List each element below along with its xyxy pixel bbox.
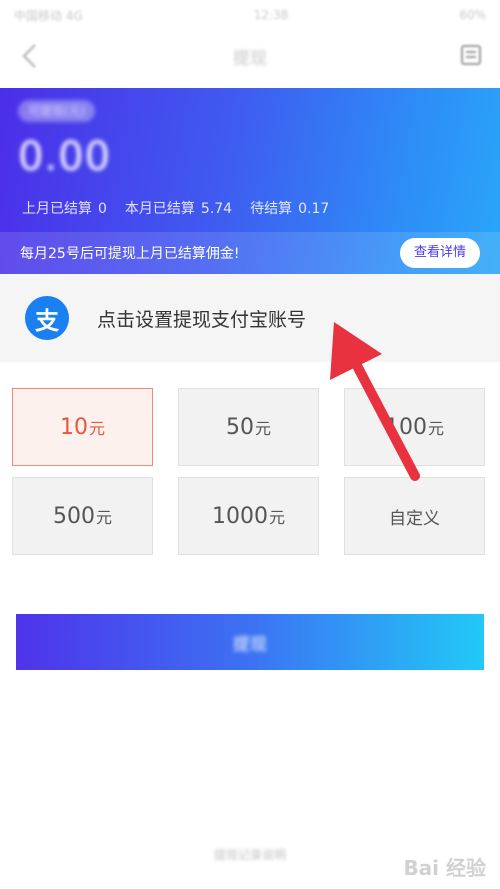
amount-options: 10 元 50 元 100 元 500 元 1000 元 自定义	[12, 388, 488, 555]
last-month-settled: 上月已结算 0	[22, 201, 107, 217]
page-title: 提现	[233, 48, 267, 69]
clock-text: 12:38	[253, 8, 289, 22]
withdraw-label: 提现	[233, 634, 267, 655]
nav-bar: 提现	[0, 30, 500, 82]
amount-option-50[interactable]: 50 元	[178, 388, 319, 466]
battery-text: 60%	[459, 8, 486, 22]
list-icon[interactable]	[460, 44, 482, 66]
amount-option-1000[interactable]: 1000 元	[178, 477, 319, 555]
back-arrow-icon[interactable]	[18, 42, 44, 70]
alipay-icon: 支	[25, 296, 69, 340]
notice-bar: 每月25号后可提现上月已结算佣金! 查看详情	[0, 232, 500, 274]
notice-text: 每月25号后可提现上月已结算佣金!	[20, 246, 240, 262]
amount-option-100[interactable]: 100 元	[344, 388, 485, 466]
withdraw-button[interactable]: 提现	[16, 614, 484, 670]
alipay-setup-label: 点击设置提现支付宝账号	[97, 308, 307, 331]
amount-option-500[interactable]: 500 元	[12, 477, 153, 555]
carrier-text: 中国移动 4G	[14, 8, 83, 23]
amount-option-custom[interactable]: 自定义	[344, 477, 485, 555]
status-bar: 中国移动 4G 12:38 60%	[0, 0, 500, 30]
alipay-account-setup[interactable]: 支 点击设置提现支付宝账号	[0, 274, 500, 362]
view-details-button[interactable]: 查看详情	[399, 238, 480, 268]
settlement-summary: 上月已结算 0 本月已结算 5.74 待结算 0.17	[22, 198, 329, 218]
this-month-settled: 本月已结算 5.74	[124, 201, 233, 217]
baidu-watermark: Bai 经验	[403, 856, 486, 880]
amount-option-10[interactable]: 10 元	[12, 388, 153, 466]
balance-amount: 0.00	[18, 134, 112, 180]
balance-card: 可提现(元) 0.00 上月已结算 0 本月已结算 5.74 待结算 0.17 每月2…	[0, 88, 500, 274]
balance-label: 可提现(元)	[18, 100, 96, 122]
pending-settlement: 待结算 0.17	[250, 201, 330, 217]
